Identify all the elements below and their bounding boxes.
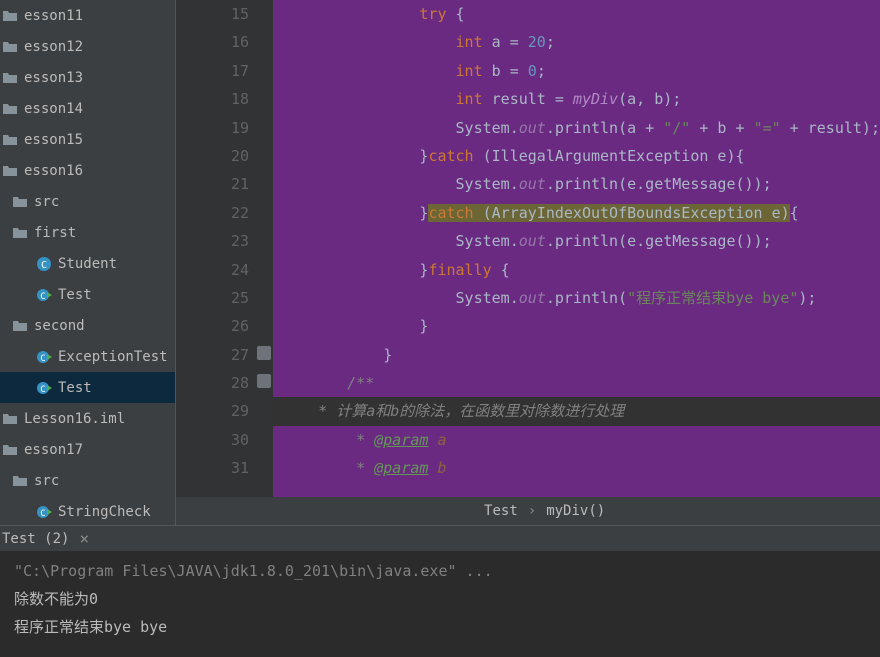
tree-item-lesson16.iml[interactable]: Lesson16.iml <box>0 403 175 434</box>
line-number: 22 <box>176 199 249 227</box>
line-number: 21 <box>176 170 249 198</box>
tree-item-label: esson16 <box>24 163 83 179</box>
code-line[interactable]: }catch (IllegalArgumentException e){ <box>273 142 880 170</box>
line-number: 31 <box>176 454 249 482</box>
tree-item-esson15[interactable]: esson15 <box>0 124 175 155</box>
tree-item-label: esson15 <box>24 132 83 148</box>
svg-text:C: C <box>40 354 45 364</box>
tree-item-src[interactable]: src <box>0 465 175 496</box>
line-gutter: 1516171819202122232425262728293031 <box>176 0 273 497</box>
console-line: 除数不能为0 <box>14 585 866 613</box>
tree-item-label: esson17 <box>24 442 83 458</box>
line-number: 18 <box>176 85 249 113</box>
tree-item-label: src <box>34 194 59 210</box>
code-area[interactable]: try { int a = 20; int b = 0; int result … <box>273 0 880 497</box>
code-line[interactable]: try { <box>273 0 880 28</box>
tree-item-stringcheck[interactable]: C StringCheck <box>0 496 175 525</box>
console-line: "C:\Program Files\JAVA\jdk1.8.0_201\bin\… <box>14 557 866 585</box>
tree-item-esson13[interactable]: esson13 <box>0 62 175 93</box>
tree-item-label: Test <box>58 287 92 303</box>
tree-item-test[interactable]: C Test <box>0 279 175 310</box>
tree-item-esson17[interactable]: esson17 <box>0 434 175 465</box>
tree-item-label: Lesson16.iml <box>24 411 125 427</box>
tree-item-esson11[interactable]: esson11 <box>0 0 175 31</box>
tree-item-label: esson11 <box>24 8 83 24</box>
fold-marker[interactable] <box>257 346 271 360</box>
code-line[interactable]: System.out.println(e.getMessage()); <box>273 227 880 255</box>
breadcrumb-separator: › <box>528 503 536 519</box>
code-line[interactable]: * 计算a和b的除法，在函数里对除数进行处理 <box>273 397 880 425</box>
code-line[interactable]: } <box>273 341 880 369</box>
line-number: 17 <box>176 57 249 85</box>
code-line[interactable]: }finally { <box>273 256 880 284</box>
tree-item-exceptiontest[interactable]: C ExceptionTest <box>0 341 175 372</box>
code-line[interactable]: int result = myDiv(a, b); <box>273 85 880 113</box>
tree-item-label: Test <box>58 380 92 396</box>
code-line[interactable]: System.out.println(a + "/" + b + "=" + r… <box>273 114 880 142</box>
tree-item-label: first <box>34 225 76 241</box>
tree-item-src[interactable]: src <box>0 186 175 217</box>
svg-text:C: C <box>40 509 45 519</box>
line-number: 30 <box>176 426 249 454</box>
code-line[interactable]: /** <box>273 369 880 397</box>
breadcrumb-item[interactable]: Test <box>484 503 518 519</box>
tree-item-label: esson14 <box>24 101 83 117</box>
svg-text:C: C <box>40 385 45 395</box>
project-tree[interactable]: esson11 esson12 esson13 esson14 esson15 esson… <box>0 0 176 525</box>
tree-item-first[interactable]: first <box>0 217 175 248</box>
line-number: 16 <box>176 28 249 56</box>
breadcrumb[interactable]: Test › myDiv() <box>176 497 880 525</box>
console-line: 程序正常结束bye bye <box>14 613 866 641</box>
tree-item-esson12[interactable]: esson12 <box>0 31 175 62</box>
line-number: 28 <box>176 369 249 397</box>
tree-item-esson16[interactable]: esson16 <box>0 155 175 186</box>
code-line[interactable]: System.out.println(e.getMessage()); <box>273 170 880 198</box>
console-output[interactable]: "C:\Program Files\JAVA\jdk1.8.0_201\bin\… <box>0 551 880 657</box>
line-number: 15 <box>176 0 249 28</box>
svg-text:C: C <box>41 260 47 271</box>
code-editor[interactable]: 1516171819202122232425262728293031 try {… <box>176 0 880 497</box>
tree-item-label: ExceptionTest <box>58 349 168 365</box>
breadcrumb-item[interactable]: myDiv() <box>546 503 605 519</box>
tree-item-second[interactable]: second <box>0 310 175 341</box>
tree-item-label: StringCheck <box>58 504 151 520</box>
close-icon[interactable]: × <box>79 529 89 548</box>
tree-item-label: esson12 <box>24 39 83 55</box>
tree-item-test[interactable]: C Test <box>0 372 175 403</box>
tree-item-label: esson13 <box>24 70 83 86</box>
tree-item-label: src <box>34 473 59 489</box>
fold-marker[interactable] <box>257 374 271 388</box>
code-line[interactable]: * @param a <box>273 426 880 454</box>
console-tab[interactable]: Test (2) × <box>0 525 880 551</box>
code-line[interactable]: int b = 0; <box>273 57 880 85</box>
tree-item-student[interactable]: C Student <box>0 248 175 279</box>
code-line[interactable]: int a = 20; <box>273 28 880 56</box>
tree-item-label: Student <box>58 256 117 272</box>
line-number: 26 <box>176 312 249 340</box>
line-number: 24 <box>176 256 249 284</box>
console-tab-label: Test (2) <box>2 531 69 547</box>
svg-text:C: C <box>40 292 45 302</box>
line-number: 27 <box>176 341 249 369</box>
line-number: 25 <box>176 284 249 312</box>
code-line[interactable]: * @param b <box>273 454 880 482</box>
line-number: 29 <box>176 397 249 425</box>
tree-item-esson14[interactable]: esson14 <box>0 93 175 124</box>
line-number: 23 <box>176 227 249 255</box>
code-line[interactable]: }catch (ArrayIndexOutOfBoundsException e… <box>273 199 880 227</box>
code-line[interactable]: System.out.println("程序正常结束bye bye"); <box>273 284 880 312</box>
line-number: 20 <box>176 142 249 170</box>
line-number: 19 <box>176 114 249 142</box>
code-line[interactable]: } <box>273 312 880 340</box>
tree-item-label: second <box>34 318 85 334</box>
